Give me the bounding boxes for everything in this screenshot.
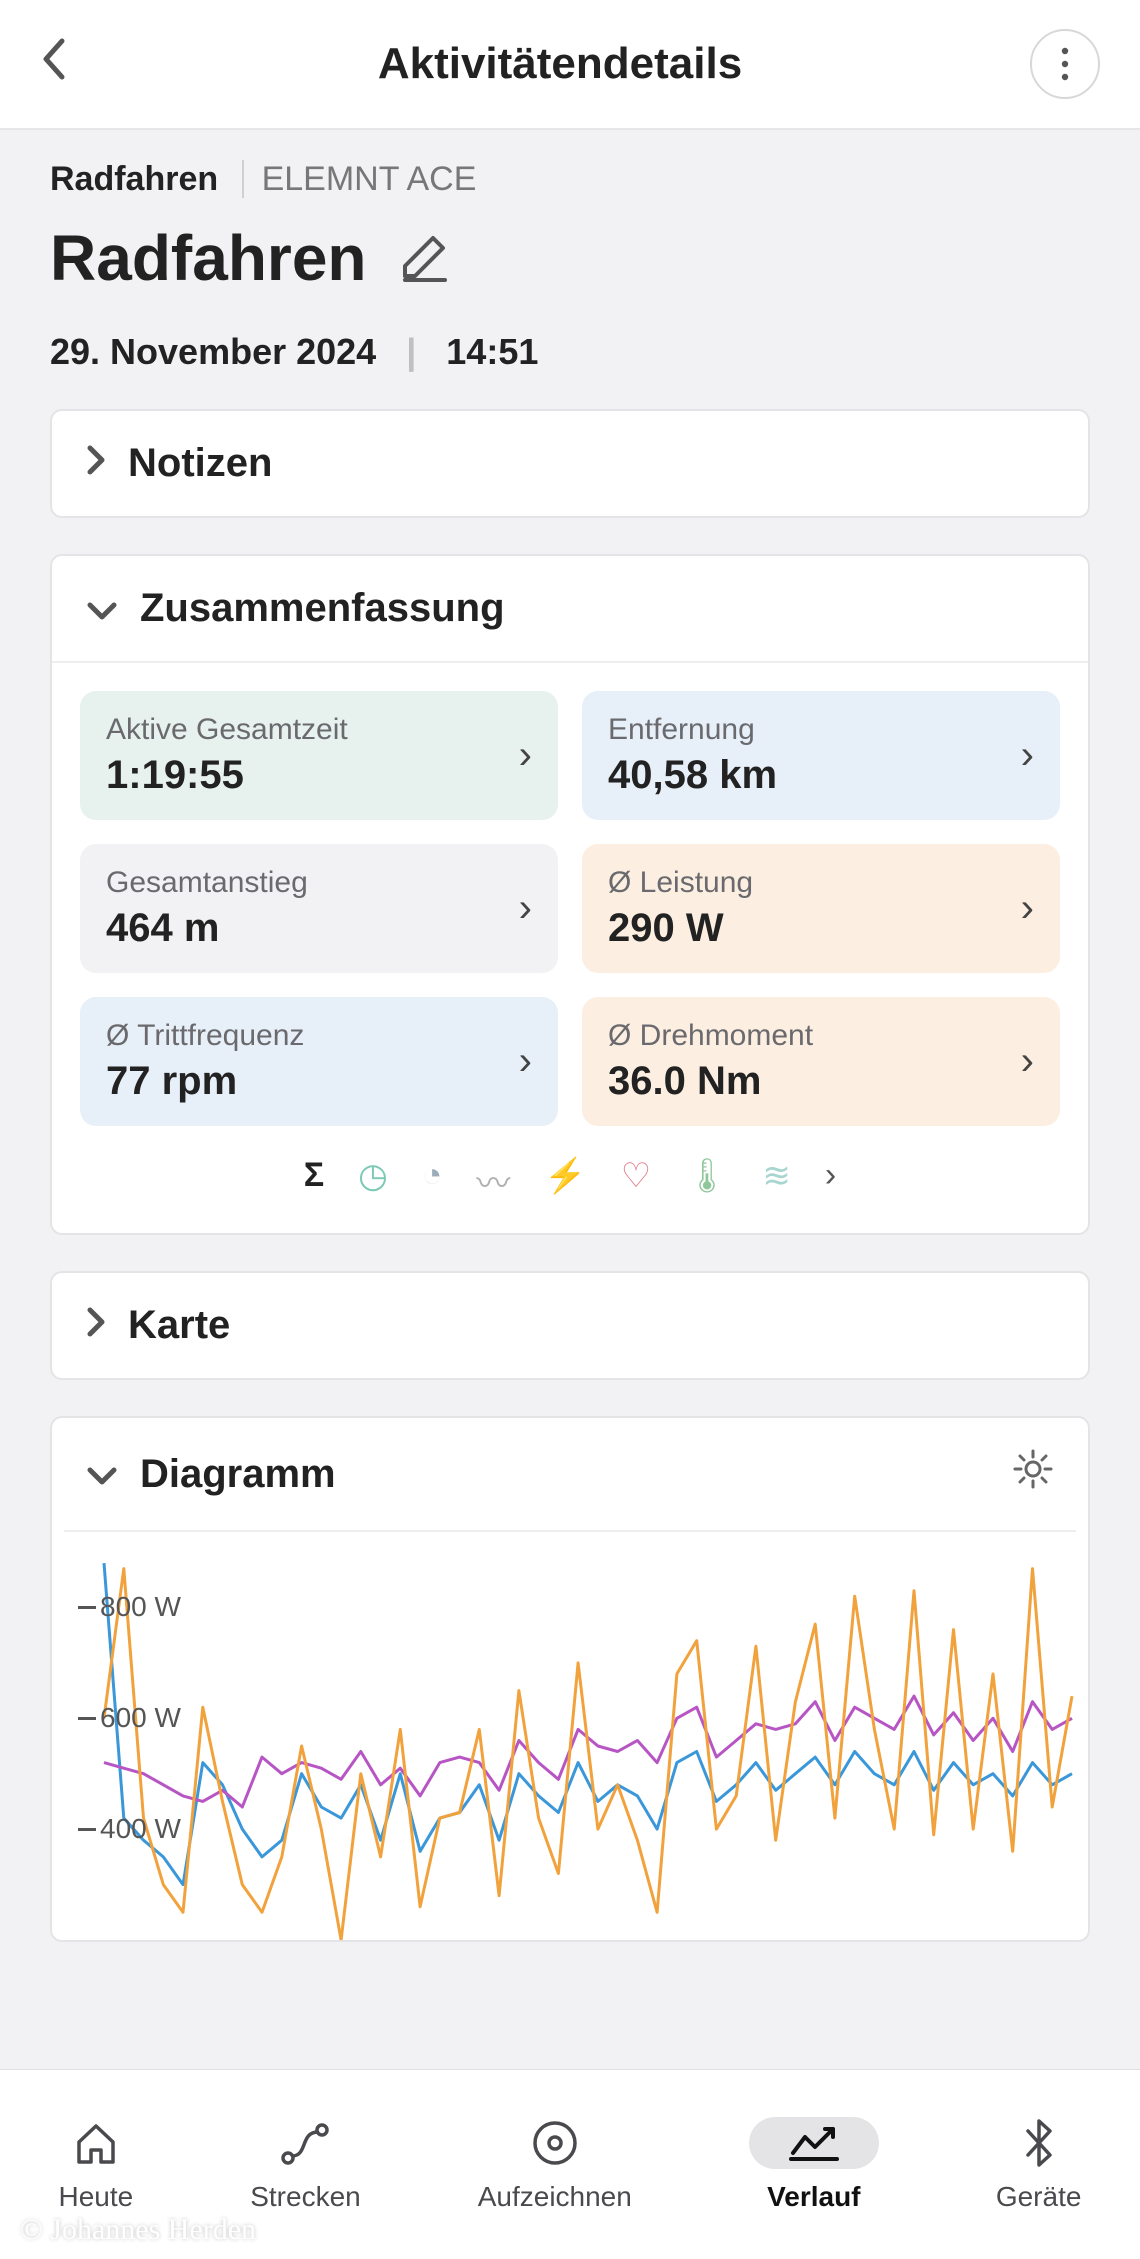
chevron-right-icon: › bbox=[519, 733, 532, 778]
y-axis-label: 600 W bbox=[100, 1702, 181, 1734]
route-icon bbox=[278, 2117, 332, 2169]
chart-section: Diagramm 400 W 600 W 800 W bbox=[50, 1416, 1090, 1942]
tile-label: Gesamtanstieg bbox=[106, 866, 519, 900]
speedometer-icon[interactable]: ◔ bbox=[422, 1156, 443, 1205]
tile-total-climb[interactable]: Gesamtanstieg 464 m › bbox=[80, 844, 558, 973]
nav-routes[interactable]: Strecken bbox=[250, 2117, 361, 2213]
tile-avg-torque[interactable]: Ø Drehmoment 36.0 Nm › bbox=[582, 997, 1060, 1126]
clock-icon[interactable]: ◷ bbox=[358, 1156, 388, 1205]
tile-distance[interactable]: Entfernung 40,58 km › bbox=[582, 691, 1060, 820]
tile-value: 464 m bbox=[106, 906, 519, 951]
tile-label: Aktive Gesamtzeit bbox=[106, 713, 519, 747]
notes-label: Notizen bbox=[128, 441, 272, 486]
nav-devices[interactable]: Geräte bbox=[996, 2117, 1082, 2213]
settings-button[interactable] bbox=[1012, 1448, 1054, 1500]
tile-value: 77 rpm bbox=[106, 1059, 519, 1104]
chevron-down-icon bbox=[86, 588, 118, 630]
chevron-right-icon bbox=[86, 443, 106, 485]
chevron-down-icon bbox=[86, 1453, 118, 1495]
summary-header[interactable]: Zusammenfassung bbox=[52, 556, 1088, 661]
activity-time: 14:51 bbox=[446, 331, 538, 373]
edit-button[interactable] bbox=[397, 228, 453, 289]
chevron-right-icon: › bbox=[519, 886, 532, 931]
chevron-right-icon: › bbox=[1021, 733, 1034, 778]
sigma-icon[interactable]: Σ bbox=[304, 1156, 324, 1205]
activity-date: 29. November 2024 bbox=[50, 331, 376, 373]
power-chart[interactable]: 400 W 600 W 800 W bbox=[64, 1530, 1076, 1940]
nav-record[interactable]: Aufzeichnen bbox=[478, 2117, 632, 2213]
tile-label: Ø Drehmoment bbox=[608, 1019, 1021, 1053]
app-header: Aktivitätendetails bbox=[0, 0, 1140, 130]
dots-vertical-icon bbox=[1061, 47, 1069, 81]
gear-icon bbox=[1012, 1448, 1054, 1490]
tile-avg-cadence[interactable]: Ø Trittfrequenz 77 rpm › bbox=[80, 997, 558, 1126]
wind-icon[interactable]: ≋ bbox=[762, 1156, 791, 1205]
chevron-right-icon: › bbox=[519, 1039, 532, 1084]
tile-active-time[interactable]: Aktive Gesamtzeit 1:19:55 › bbox=[80, 691, 558, 820]
tile-value: 36.0 Nm bbox=[608, 1059, 1021, 1104]
chevron-right-icon bbox=[86, 1305, 106, 1347]
home-icon bbox=[71, 2117, 121, 2169]
tile-value: 1:19:55 bbox=[106, 753, 519, 798]
separator: | bbox=[406, 331, 416, 373]
tile-value: 290 W bbox=[608, 906, 1021, 951]
y-axis-label: 400 W bbox=[100, 1813, 181, 1845]
back-button[interactable] bbox=[40, 37, 90, 92]
breadcrumb-device: ELEMNT ACE bbox=[242, 160, 477, 198]
thermometer-icon[interactable]: 🌡 bbox=[685, 1156, 728, 1205]
nav-today[interactable]: Heute bbox=[59, 2117, 134, 2213]
bluetooth-icon bbox=[1022, 2117, 1056, 2169]
heart-icon[interactable]: ♡ bbox=[621, 1156, 651, 1205]
tile-avg-power[interactable]: Ø Leistung 290 W › bbox=[582, 844, 1060, 973]
more-button[interactable] bbox=[1030, 29, 1100, 99]
summary-section: Zusammenfassung Aktive Gesamtzeit 1:19:5… bbox=[50, 554, 1090, 1235]
y-axis-label: 800 W bbox=[100, 1591, 181, 1623]
nav-label: Geräte bbox=[996, 2181, 1082, 2213]
map-section[interactable]: Karte bbox=[50, 1271, 1090, 1380]
summary-label: Zusammenfassung bbox=[140, 586, 505, 631]
page-title: Aktivitätendetails bbox=[90, 39, 1030, 89]
chart-label: Diagramm bbox=[140, 1452, 336, 1497]
tile-value: 40,58 km bbox=[608, 753, 1021, 798]
record-icon bbox=[530, 2117, 580, 2169]
tile-label: Entfernung bbox=[608, 713, 1021, 747]
bottom-nav: Heute Strecken Aufzeichnen Verlauf Gerät… bbox=[0, 2069, 1140, 2259]
map-label: Karte bbox=[128, 1303, 230, 1348]
nav-label: Heute bbox=[59, 2181, 134, 2213]
breadcrumb: Radfahren ELEMNT ACE bbox=[50, 160, 1090, 199]
tile-label: Ø Leistung bbox=[608, 866, 1021, 900]
nav-label: Aufzeichnen bbox=[478, 2181, 632, 2213]
activity-name: Radfahren bbox=[50, 221, 367, 295]
chevron-right-icon: › bbox=[1021, 1039, 1034, 1084]
activity-datetime: 29. November 2024 | 14:51 bbox=[50, 331, 1090, 373]
nav-label: Strecken bbox=[250, 2181, 361, 2213]
chart-header[interactable]: Diagramm bbox=[52, 1418, 1088, 1530]
pencil-icon bbox=[397, 228, 453, 284]
chevron-right-icon[interactable]: › bbox=[825, 1156, 836, 1205]
nav-history[interactable]: Verlauf bbox=[749, 2117, 879, 2213]
trend-icon bbox=[749, 2117, 879, 2169]
metric-filter-row[interactable]: Σ ◷ ◔ 〰 ⚡ ♡ 🌡 ≋ › bbox=[80, 1156, 1060, 1205]
chevron-left-icon bbox=[40, 37, 68, 81]
notes-section[interactable]: Notizen bbox=[50, 409, 1090, 518]
nav-label: Verlauf bbox=[767, 2181, 860, 2213]
breadcrumb-category: Radfahren bbox=[50, 160, 218, 198]
activity-title-row: Radfahren bbox=[50, 221, 1090, 295]
chevron-right-icon: › bbox=[1021, 886, 1034, 931]
bolt-icon[interactable]: ⚡ bbox=[544, 1156, 586, 1205]
elevation-icon[interactable]: 〰 bbox=[476, 1156, 510, 1205]
tile-label: Ø Trittfrequenz bbox=[106, 1019, 519, 1053]
